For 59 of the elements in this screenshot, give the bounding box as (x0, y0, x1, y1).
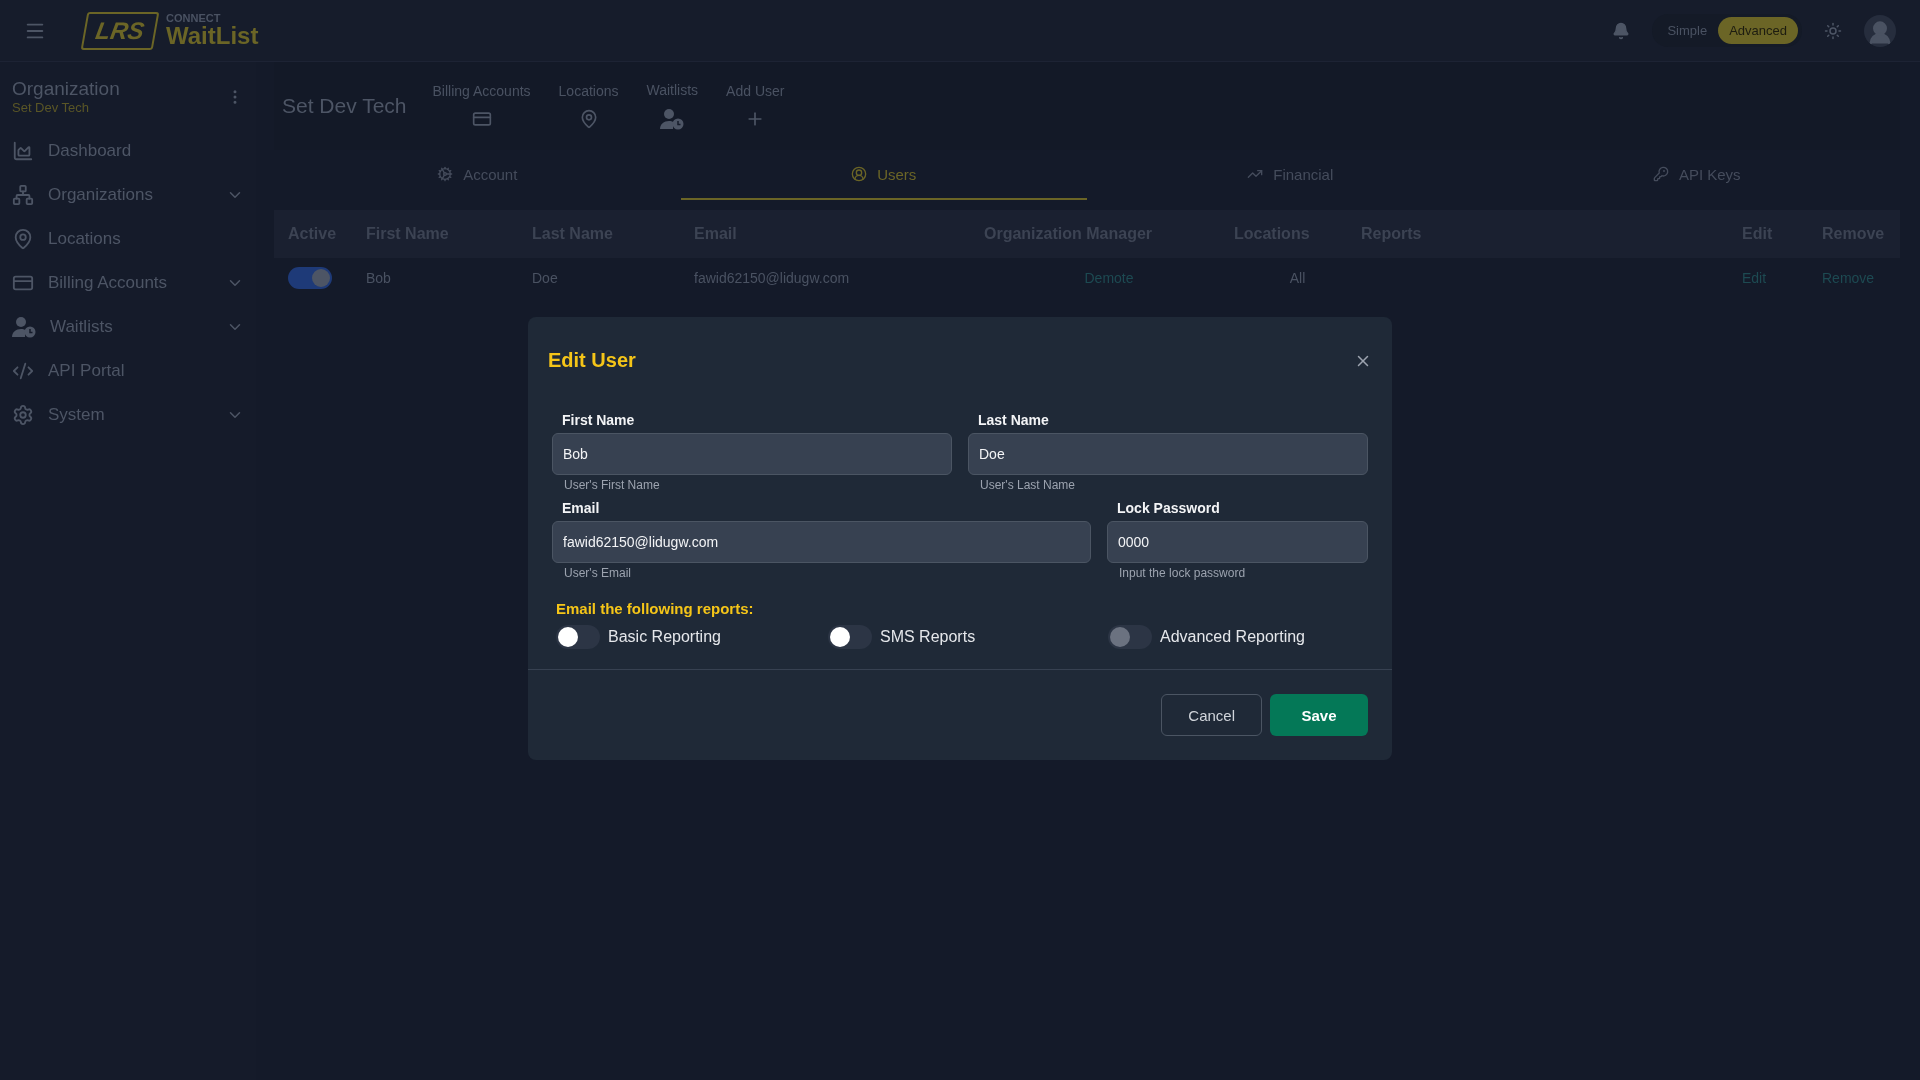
bell-icon[interactable] (1612, 21, 1631, 40)
active-toggle[interactable] (288, 267, 332, 289)
person-clock-icon[interactable] (660, 108, 685, 130)
cancel-button[interactable]: Cancel (1161, 694, 1262, 736)
mode-option[interactable]: Advanced (1718, 17, 1798, 44)
sun-icon[interactable] (1824, 21, 1842, 40)
table-cell: fawid62150@lidugw.com (694, 270, 850, 286)
field-label: Lock Password (1116, 500, 1221, 516)
report-toggle[interactable] (556, 625, 600, 649)
credit-card-icon[interactable] (471, 109, 492, 129)
table-cell: Bob (366, 270, 391, 286)
sidebar-item[interactable]: Waitlists (50, 317, 212, 337)
person-clock-icon (12, 316, 36, 338)
field-helper: User's Last Name (979, 478, 1076, 492)
table-cell: All (1289, 270, 1306, 286)
report-label: SMS Reports (880, 628, 976, 646)
shortcut-label[interactable]: Add User (726, 83, 785, 99)
mode-option[interactable]: Simple (1656, 17, 1719, 44)
sidebar-item[interactable]: Dashboard (48, 141, 244, 161)
gear-icon (12, 404, 34, 426)
field-label: Email (561, 500, 601, 516)
field-helper: Input the lock password (1118, 566, 1247, 580)
logo-name: WaitList (166, 24, 259, 48)
report-toggle[interactable] (828, 625, 872, 649)
sidebar-item[interactable]: API Portal (48, 361, 244, 381)
tab[interactable]: Users (680, 150, 1087, 200)
key-icon (1652, 166, 1669, 182)
sidebar-item[interactable]: Billing Accounts (48, 273, 212, 293)
reports-heading: Email the following reports: (555, 600, 755, 617)
shortcut-label[interactable]: Billing Accounts (432, 83, 531, 99)
dialog-title: Edit User (548, 349, 636, 372)
sidebar-item[interactable]: Organizations (48, 185, 212, 205)
input-field[interactable]: Doe (968, 433, 1368, 475)
field-label: Last Name (977, 412, 1050, 428)
user-circle-icon (851, 166, 868, 182)
sidebar-heading: Organization (12, 78, 120, 100)
map-pin-icon (12, 228, 34, 250)
sidebar-item[interactable]: Locations (48, 229, 244, 249)
field-helper: User's Email (563, 566, 632, 580)
hierarchy-icon (12, 184, 34, 206)
logo-mark: LRS (80, 11, 160, 50)
table-cell: Doe (532, 270, 558, 286)
input-field[interactable]: Bob (552, 433, 952, 475)
avatar-icon[interactable] (1864, 14, 1896, 47)
code-icon (12, 360, 34, 382)
input-field[interactable]: 0000 (1107, 521, 1368, 563)
sidebar-subheading: Set Dev Tech (12, 100, 91, 115)
area-chart-icon (12, 140, 34, 162)
report-label: Advanced Reporting (1160, 628, 1305, 646)
gear-icon (437, 166, 454, 182)
report-label: Basic Reporting (608, 628, 721, 646)
field-label: First Name (561, 412, 636, 428)
shortcut-label[interactable]: Locations (558, 83, 619, 99)
page-title: Set Dev Tech (282, 94, 407, 118)
save-button[interactable]: Save (1270, 694, 1368, 736)
sidebar-item[interactable]: System (48, 405, 212, 425)
field-helper: User's First Name (563, 478, 661, 492)
shortcut-label[interactable]: Waitlists (646, 82, 699, 98)
input-field[interactable]: fawid62150@lidugw.com (552, 521, 1091, 563)
